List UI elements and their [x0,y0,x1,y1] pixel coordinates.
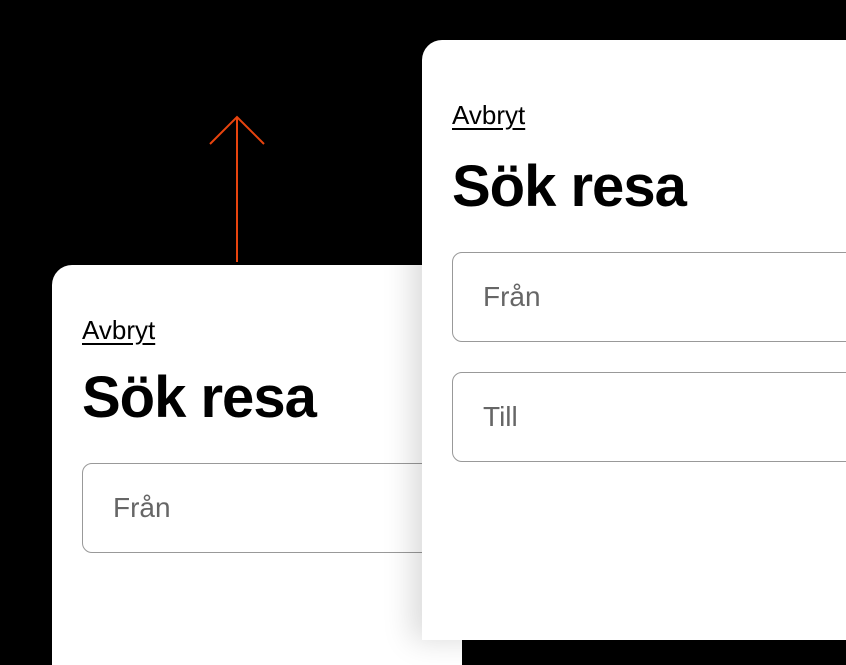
page-title: Sök resa [82,364,432,431]
search-trip-sheet-back: Avbryt Sök resa [52,265,462,665]
page-title: Sök resa [452,153,846,220]
from-input[interactable] [82,463,432,553]
cancel-button[interactable]: Avbryt [82,315,155,346]
arrow-up-icon [202,112,272,262]
to-input[interactable] [452,372,846,462]
from-input[interactable] [452,252,846,342]
search-trip-sheet-front: Avbryt Sök resa [422,40,846,640]
cancel-button[interactable]: Avbryt [452,100,525,131]
